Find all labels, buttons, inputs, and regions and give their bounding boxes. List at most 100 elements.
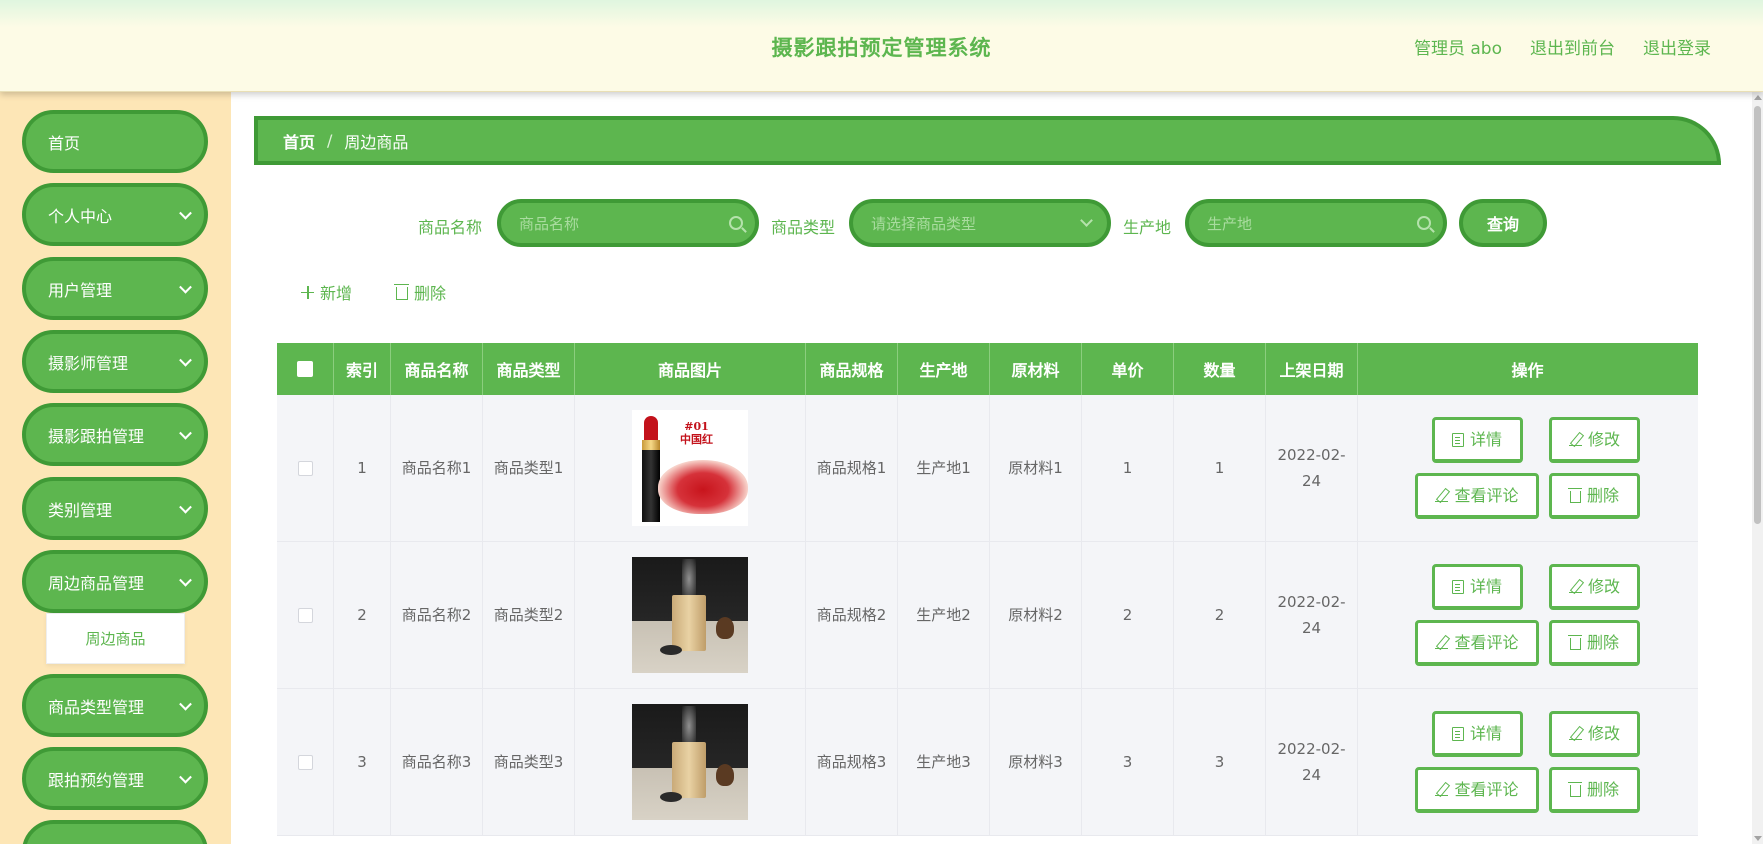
delete-button[interactable]: 删除: [1549, 473, 1640, 519]
lips-graphic: [658, 460, 748, 514]
pencil-icon: [1435, 636, 1449, 649]
origin-label: 生产地: [1123, 218, 1172, 237]
batch-delete-label: 删除: [414, 284, 447, 303]
delete-label: 删除: [1586, 779, 1619, 799]
query-button[interactable]: 查询: [1459, 199, 1547, 247]
batch-delete-button[interactable]: 删除: [394, 280, 447, 304]
document-icon: [1451, 432, 1464, 447]
select-cell: [277, 689, 334, 835]
row-checkbox[interactable]: [297, 607, 313, 623]
chevron-down-icon: [1080, 214, 1093, 227]
name-search-input[interactable]: 商品名称: [497, 199, 759, 247]
date-cell: 2022-02-24: [1266, 542, 1358, 688]
scroll-up-arrow-icon[interactable]: [1754, 95, 1762, 100]
plus-icon: [301, 285, 314, 299]
image-title: 中国红: [680, 433, 713, 446]
view-comments-button[interactable]: 查看评论: [1415, 767, 1539, 813]
sidebar-item-photo-shoot-management[interactable]: 摄影跟拍管理: [22, 403, 208, 466]
vertical-scrollbar[interactable]: [1752, 92, 1763, 844]
sidebar-subitem-merch[interactable]: 周边商品: [46, 613, 185, 664]
spec-cell: 商品规格3: [806, 689, 898, 835]
main-content: 首页 / 周边商品 商品名称 商品名称 商品类型 请选择商品类型 生产地 生产地…: [231, 92, 1763, 844]
sidebar-item-photographer-management[interactable]: 摄影师管理: [22, 330, 208, 393]
stone-graphic: [660, 792, 682, 802]
detail-button[interactable]: 详情: [1431, 417, 1523, 463]
breadcrumb-home[interactable]: 首页: [283, 129, 315, 153]
sidebar-item-label: 类别管理: [48, 500, 113, 520]
price-cell: 3: [1082, 689, 1174, 835]
pinecone-graphic: [716, 617, 734, 639]
sidebar-item-label: 摄影师管理: [48, 353, 129, 373]
column-header: 操作: [1511, 361, 1544, 380]
product-image[interactable]: [632, 704, 748, 820]
search-icon: [729, 216, 743, 230]
trash-icon: [1567, 634, 1582, 650]
delete-button[interactable]: 删除: [1549, 767, 1640, 813]
smoke-graphic: [682, 706, 696, 746]
product-image[interactable]: [632, 557, 748, 673]
edit-button[interactable]: 修改: [1549, 564, 1640, 610]
origin-cell: 生产地2: [898, 542, 990, 688]
spec-cell: 商品规格1: [806, 395, 898, 541]
row-actions: 详情 修改 查看评论 删除: [1415, 564, 1640, 666]
row-checkbox[interactable]: [297, 460, 313, 476]
sidebar-item-product-type-management[interactable]: 商品类型管理: [22, 674, 208, 737]
origin-search-input[interactable]: 生产地: [1185, 199, 1447, 247]
origin-cell: 生产地3: [898, 689, 990, 835]
sidebar-item-merch-management[interactable]: 周边商品管理: [22, 550, 208, 613]
sidebar-item-label: 周边商品管理: [48, 573, 145, 593]
edit-button[interactable]: 修改: [1549, 417, 1640, 463]
header-actions: 管理员 abo 退出到前台 退出登录: [1414, 34, 1711, 59]
document-icon: [1451, 579, 1464, 594]
scroll-thumb[interactable]: [1754, 106, 1761, 524]
product-image[interactable]: #01 中国红: [632, 410, 748, 526]
sidebar-item-home[interactable]: 首页: [22, 110, 208, 173]
chevron-down-icon: [179, 353, 192, 367]
name-cell: 商品名称1: [391, 395, 483, 541]
sidebar-item-personal-center[interactable]: 个人中心: [22, 183, 208, 246]
delete-button[interactable]: 删除: [1549, 620, 1640, 666]
detail-button[interactable]: 详情: [1431, 564, 1523, 610]
sidebar-item-user-management[interactable]: 用户管理: [22, 257, 208, 320]
date-cell: 2022-02-24: [1266, 395, 1358, 541]
detail-label: 详情: [1469, 429, 1502, 449]
table-row: 2 商品名称2 商品类型2 商品规格2 生产地2 原材料2 2 2 2022-0…: [277, 542, 1698, 689]
search-bar: 商品名称 商品名称 商品类型 请选择商品类型 生产地 生产地 查询: [231, 199, 1763, 247]
to-frontend-link[interactable]: 退出到前台: [1530, 34, 1615, 59]
column-header: 上架日期: [1266, 343, 1358, 395]
view-comments-button[interactable]: 查看评论: [1415, 620, 1539, 666]
chevron-down-icon: [179, 573, 192, 587]
row-checkbox[interactable]: [297, 754, 313, 770]
edit-label: 修改: [1587, 429, 1620, 449]
type-select[interactable]: 请选择商品类型: [849, 199, 1111, 247]
index-cell: 3: [334, 689, 391, 835]
name-cell: 商品名称3: [391, 689, 483, 835]
table-row: 3 商品名称3 商品类型3 商品规格3 生产地3 原材料3 3 3 2022-0…: [277, 689, 1698, 836]
sidebar-item-label: 摄影跟拍管理: [48, 426, 145, 446]
sidebar-item-partial[interactable]: [22, 820, 208, 844]
scroll-down-arrow-icon[interactable]: [1754, 836, 1762, 841]
detail-button[interactable]: 详情: [1431, 711, 1523, 757]
search-icon: [1417, 216, 1431, 230]
logout-link[interactable]: 退出登录: [1643, 34, 1711, 59]
edit-button[interactable]: 修改: [1549, 711, 1640, 757]
spec-cell: 商品规格2: [806, 542, 898, 688]
edit-label: 修改: [1587, 576, 1620, 596]
add-button[interactable]: 新增: [301, 280, 352, 304]
breadcrumb: 首页 / 周边商品: [254, 116, 1721, 165]
material-cell: 原材料2: [990, 542, 1082, 688]
column-header: 商品类型: [483, 343, 575, 395]
sidebar-item-booking-management[interactable]: 跟拍预约管理: [22, 747, 208, 810]
column-header: 单价: [1082, 343, 1174, 395]
pencil-icon: [1568, 433, 1582, 446]
image-cell: #01 中国红: [575, 395, 806, 541]
sidebar-item-category-management[interactable]: 类别管理: [22, 477, 208, 540]
select-all-checkbox[interactable]: [297, 361, 313, 377]
image-cell: [575, 689, 806, 835]
sidebar: 首页 个人中心 用户管理 摄影师管理 摄影跟拍管理 类别管理 周边商品管理 周边…: [0, 92, 231, 844]
qty-cell: 2: [1174, 542, 1266, 688]
edit-label: 修改: [1587, 723, 1620, 743]
origin-search-placeholder: 生产地: [1207, 214, 1253, 233]
column-header: 生产地: [898, 343, 990, 395]
view-comments-button[interactable]: 查看评论: [1415, 473, 1539, 519]
